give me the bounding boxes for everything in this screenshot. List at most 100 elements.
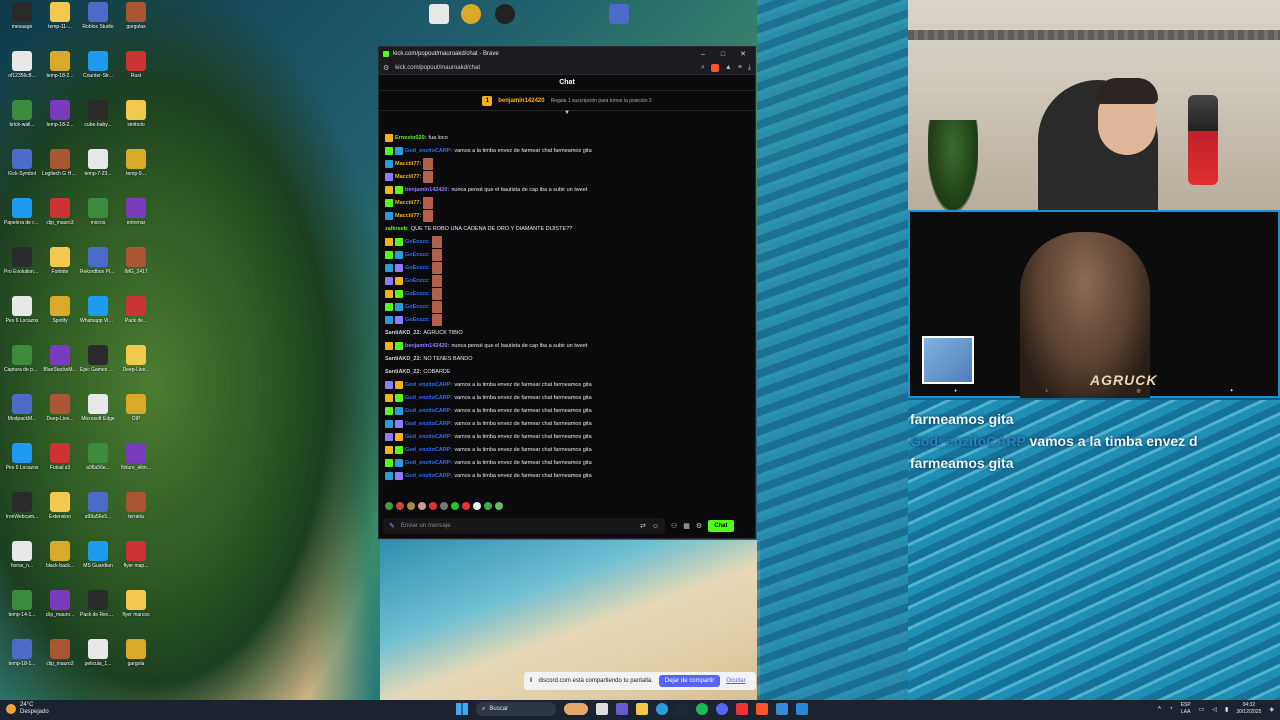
desktop-icon[interactable]: Epic Games Launcher	[80, 345, 116, 393]
desktop-icon[interactable]: temp-18-2...	[42, 51, 78, 99]
chat-message[interactable]: God_enzitoCARP: vamos a la timba envez de…	[385, 404, 749, 417]
chat-username[interactable]: GoEnzzz:	[405, 304, 430, 310]
chat-username[interactable]: Macciii77:	[395, 200, 421, 206]
desktop-icon[interactable]: Pes 6 Locazos	[4, 296, 40, 344]
desktop-icon[interactable]: OIP	[118, 394, 154, 442]
desktop-icon[interactable]: a98a56e5...	[80, 492, 116, 540]
chat-message-list[interactable]: Ernesto020: fua loco God_enzitoCARP: vamos …	[379, 127, 755, 492]
desktop-icon-banner[interactable]	[604, 4, 634, 44]
file-explorer-icon[interactable]	[636, 703, 648, 715]
chat-username[interactable]: SantiAKD_22:	[385, 356, 421, 362]
desktop-icon[interactable]: clip_mauro3	[42, 198, 78, 246]
desktop-icon[interactable]: clip_mauro...	[42, 590, 78, 638]
desktop-icon[interactable]: of12356c8...	[4, 51, 40, 99]
desktop-icon[interactable]: horse_n...	[4, 541, 40, 589]
desktop-icon[interactable]: fixture_elim...	[118, 443, 154, 491]
hide-button[interactable]: Ocultar	[726, 678, 745, 684]
chat-username[interactable]: zalkreeb:	[385, 226, 409, 232]
gear-icon[interactable]: ⚙	[696, 522, 702, 530]
desktop-icon[interactable]: Pro Evolution Soccer 6	[4, 247, 40, 295]
chat-message[interactable]: God_enzitoCARP: vamos a la timba envez de…	[385, 469, 749, 482]
chat-username[interactable]: God_enzitoCARP:	[405, 447, 452, 453]
chat-username[interactable]: Macciii77:	[395, 213, 421, 219]
microphone-icon[interactable]: ✎	[389, 522, 395, 530]
desktop-icon[interactable]: Deep-Live...	[42, 394, 78, 442]
chat-username[interactable]: GoEnzzz:	[405, 291, 430, 297]
desktop-icon[interactable]: temp-11-...	[42, 2, 78, 50]
emote-icon[interactable]	[429, 502, 437, 510]
steam-icon[interactable]	[676, 703, 688, 715]
emote-icon[interactable]	[495, 502, 503, 510]
battery-icon[interactable]: ▮	[1225, 706, 1228, 713]
chat-message[interactable]: GoEnzzz:	[385, 261, 749, 274]
chevron-down-icon[interactable]: ▼	[564, 110, 570, 116]
chat-username[interactable]: SantiAKD_22:	[385, 369, 421, 375]
chat-message[interactable]: God_enzitoCARP: vamos a la timba envez de…	[385, 417, 749, 430]
chat-message[interactable]: GoEnzzz:	[385, 248, 749, 261]
chat-username[interactable]: God_enzitoCARP:	[405, 148, 452, 154]
desktop-icon[interactable]: black-back...	[42, 541, 78, 589]
taskbar-search[interactable]: ⌕ Buscar	[476, 702, 556, 716]
emote-icon[interactable]	[407, 502, 415, 510]
desktop-icon[interactable]: Futsal s3	[42, 443, 78, 491]
desktop-icon[interactable]: IMG_2417	[118, 247, 154, 295]
desktop-icon[interactable]: Deep-Live...	[118, 345, 154, 393]
chat-username[interactable]: GoEnzzz:	[405, 278, 430, 284]
pinned-gift-banner[interactable]: 1 benjamin142420 Regala 1 suscripción pa…	[379, 91, 755, 116]
chat-username[interactable]: SantiAKD_22:	[385, 330, 421, 336]
desktop-icon[interactable]: flyer map...	[118, 541, 154, 589]
emote-icon[interactable]	[473, 502, 481, 510]
desktop-icon[interactable]: micros	[80, 198, 116, 246]
desktop-icon[interactable]: Pack de Recursos	[80, 590, 116, 638]
app-icon[interactable]	[776, 703, 788, 715]
desktop-icon[interactable]: Whatsapp Video 2025	[80, 296, 116, 344]
chat-message[interactable]: SantiAKD_22: COBARDE	[385, 365, 749, 378]
calendar-icon[interactable]: ▦	[683, 522, 690, 530]
chat-username[interactable]: God_enzitoCARP:	[405, 421, 452, 427]
desktop-icon[interactable]: brick-wall...	[4, 100, 40, 148]
chat-message[interactable]: Macciii77:	[385, 196, 749, 209]
chat-message[interactable]: God_enzitoCARP: vamos a la timba envez de…	[385, 391, 749, 404]
spotify-icon[interactable]	[696, 703, 708, 715]
desktop-icon[interactable]: Kick-Symbol	[4, 149, 40, 197]
language-indicator[interactable]: ESP LAA	[1181, 702, 1191, 716]
widgets-icon[interactable]	[564, 703, 588, 715]
desktop-icon[interactable]: mesaage	[4, 2, 40, 50]
desktop-icon[interactable]: temp-18-1...	[4, 639, 40, 687]
desktop-icon[interactable]: temp-7-23...	[80, 149, 116, 197]
chat-username[interactable]: God_enzitoCARP:	[405, 473, 452, 479]
desktop-icon[interactable]: BlueStacksM...	[42, 345, 78, 393]
menu-icon[interactable]: ≡	[738, 64, 742, 71]
site-settings-icon[interactable]: ⚙	[383, 64, 389, 72]
chat-message[interactable]: SantiAKD_22: AGRUCK TIBIO	[385, 326, 749, 339]
chat-username[interactable]: Macciii77:	[395, 161, 421, 167]
emote-icon[interactable]	[440, 502, 448, 510]
desktop-icon[interactable]: temp-18-2...	[42, 100, 78, 148]
close-icon[interactable]: ✕	[735, 50, 751, 58]
desktop-icon[interactable]: Microsoft Edge	[80, 394, 116, 442]
chat-username[interactable]: GoEnzzz:	[405, 265, 430, 271]
users-icon[interactable]: ⚇	[671, 522, 677, 530]
desktop-icon[interactable]: IronWebcam...	[4, 492, 40, 540]
desktop-icon-linux[interactable]	[456, 4, 486, 44]
desktop-icon[interactable]: Fortnite	[42, 247, 78, 295]
desktop-icon[interactable]: cube-baby...	[80, 100, 116, 148]
chat-message[interactable]: God_enzitoCARP: vamos a la timba envez de…	[385, 456, 749, 469]
chat-message[interactable]: GoEnzzz:	[385, 313, 749, 326]
chat-username[interactable]: GoEnzzz:	[405, 252, 430, 258]
maximize-icon[interactable]: □	[715, 51, 731, 58]
chat-username[interactable]: God_enzitoCARP:	[405, 434, 452, 440]
desktop-icon[interactable]: Logitech G HUB	[42, 149, 78, 197]
minimize-icon[interactable]: –	[695, 51, 711, 58]
desktop-icon[interactable]: gargola	[118, 639, 154, 687]
desktop-icon[interactable]: ModpackM...	[4, 394, 40, 442]
desktop-icon[interactable]: gargolas	[118, 2, 154, 50]
emote-icon[interactable]	[462, 502, 470, 510]
desktop-icon[interactable]: Extension	[42, 492, 78, 540]
desktop-icon[interactable]: entrenar	[118, 198, 154, 246]
emote-icon[interactable]	[418, 502, 426, 510]
desktop-icon[interactable]: flyer marcos	[118, 590, 154, 638]
emote-icon[interactable]	[396, 502, 404, 510]
chat-message[interactable]: GoEnzzz:	[385, 300, 749, 313]
desktop-icon[interactable]: terraria	[118, 492, 154, 540]
